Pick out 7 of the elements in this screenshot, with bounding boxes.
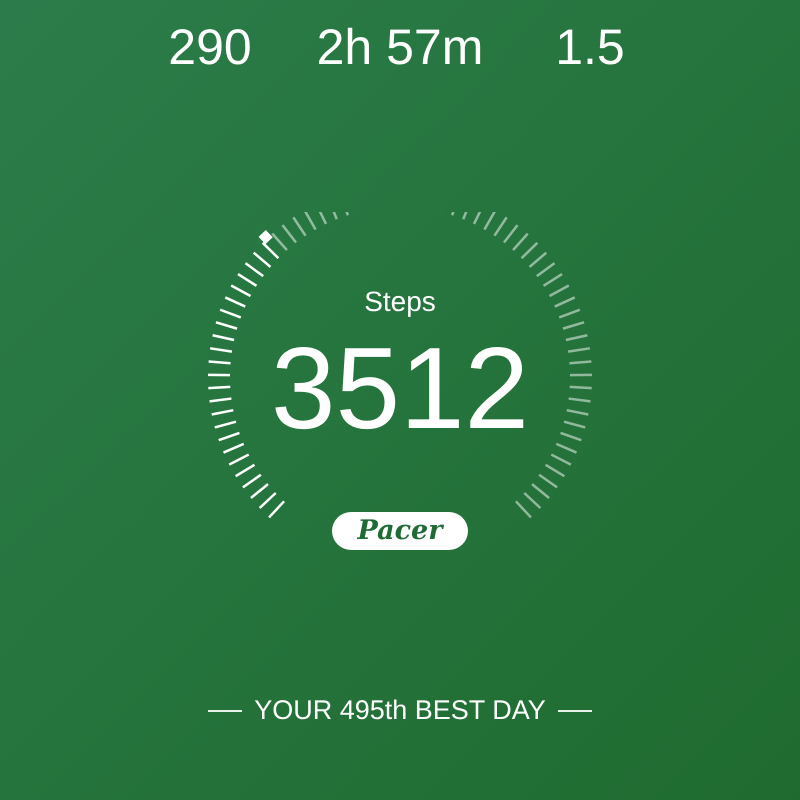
stat-value: 2h 57m [316,22,484,72]
steps-label: Steps [364,288,436,316]
stat-value: 1.5 [555,22,625,72]
steps-count: 3512 [270,330,530,446]
best-day-label: YOUR 495th BEST DAY [254,697,546,724]
stat-value: 290 [168,22,252,72]
logo: Pacer [332,512,468,550]
